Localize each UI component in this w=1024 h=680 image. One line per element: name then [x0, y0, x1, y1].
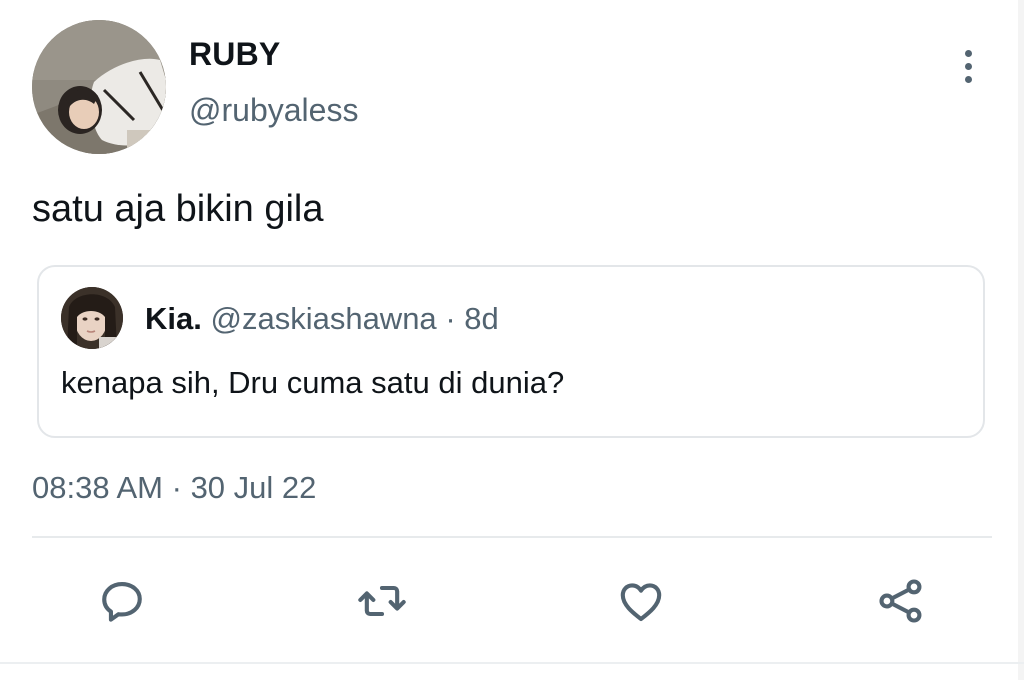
tweet-time: 08:38 AM — [32, 470, 163, 505]
quoted-header-separator: · — [445, 301, 456, 336]
tweet-timestamp[interactable]: 08:38 AM · 30 Jul 22 — [32, 470, 316, 506]
share-button[interactable] — [874, 574, 928, 628]
author-display-name[interactable]: RUBY — [189, 36, 280, 73]
more-options-button[interactable] — [950, 44, 986, 88]
retweet-button[interactable] — [355, 574, 409, 628]
more-vertical-icon — [964, 49, 972, 57]
quoted-author-display-name[interactable]: Kia. — [145, 301, 202, 336]
quoted-tweet-header: Kia. @zaskiashawna · 8d — [145, 301, 499, 337]
quoted-tweet-age: 8d — [464, 301, 499, 336]
quoted-author-handle[interactable]: @zaskiashawna — [210, 301, 436, 336]
author-avatar[interactable] — [32, 20, 166, 154]
retweet-icon — [358, 585, 406, 617]
more-vertical-icon-dot — [964, 62, 972, 70]
author-avatar-photo — [32, 20, 166, 154]
timestamp-separator: · — [171, 470, 182, 505]
like-button[interactable] — [614, 574, 668, 628]
reply-icon — [102, 582, 142, 622]
heart-icon — [620, 583, 662, 622]
share-icon — [879, 579, 922, 623]
quoted-author-avatar-photo — [61, 287, 123, 349]
quoted-tweet-card[interactable]: Kia. @zaskiashawna · 8d kenapa sih, Dru … — [37, 265, 985, 438]
quoted-tweet-text: kenapa sih, Dru cuma satu di dunia? — [61, 365, 565, 400]
more-vertical-icon-dot — [964, 75, 972, 83]
author-handle[interactable]: @rubyaless — [189, 92, 358, 129]
tweet-date: 30 Jul 22 — [190, 470, 317, 505]
scroll-edge — [1018, 0, 1024, 680]
actions-divider — [32, 536, 992, 538]
tweet-detail-page: RUBY @rubyaless satu aja bikin gila Kia.… — [0, 0, 1024, 680]
tweet-text: satu aja bikin gila — [32, 188, 324, 230]
quoted-author-avatar[interactable] — [61, 287, 123, 349]
reply-button[interactable] — [95, 574, 149, 628]
bottom-divider — [0, 662, 1024, 664]
